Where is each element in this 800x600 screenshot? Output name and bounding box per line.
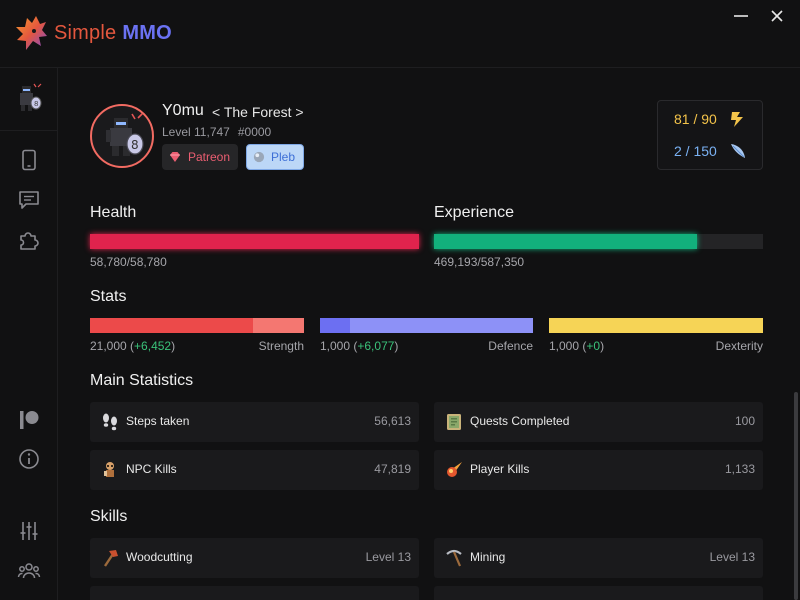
- skill-card-next-right[interactable]: [434, 586, 763, 600]
- info-icon: [19, 449, 39, 469]
- experience-bar: [434, 234, 763, 249]
- footsteps-icon: [103, 413, 117, 431]
- chat-icon: [19, 191, 39, 209]
- dexterity-base-fill: [549, 318, 763, 333]
- experience-text: 469,193/587,350: [434, 255, 525, 269]
- experience-bar-fill: [434, 234, 697, 249]
- svg-text:8: 8: [34, 100, 38, 108]
- app-title-part2: MMO: [122, 22, 172, 44]
- stats-title: Stats: [90, 288, 127, 305]
- defence-base-fill: [320, 318, 350, 333]
- sidebar-messages[interactable]: [17, 188, 41, 212]
- axe-icon: [104, 550, 118, 567]
- strength-bonus-fill: [252, 318, 304, 333]
- gem-icon: [169, 152, 180, 162]
- quests-value: 100: [734, 414, 755, 428]
- npc-icon: [104, 462, 114, 477]
- health-bar: [90, 234, 419, 249]
- sidebar: 8: [0, 68, 58, 600]
- defence-bar: [320, 318, 533, 333]
- defence-label: Defence: [488, 339, 533, 353]
- sliders-icon: [20, 522, 38, 540]
- main-statistics-title: Main Statistics: [90, 372, 194, 389]
- pleb-badge-label: Pleb: [270, 150, 295, 164]
- pickaxe-icon: [446, 549, 462, 567]
- player-id: #0000: [237, 125, 272, 139]
- mining-level: Level 13: [709, 550, 755, 564]
- profile-avatar[interactable]: 8: [90, 104, 154, 168]
- orb-icon: [253, 151, 265, 163]
- patreon-icon: [20, 411, 39, 429]
- sidebar-avatar[interactable]: 8: [12, 82, 44, 114]
- dexterity-label: Dexterity: [715, 339, 763, 353]
- strength-base-fill: [90, 318, 253, 333]
- skills-title: Skills: [90, 508, 128, 525]
- health-text: 58,780/58,780: [90, 255, 167, 269]
- quest-feather-icon: [731, 144, 745, 158]
- users-icon: [17, 563, 41, 579]
- health-bar-fill: [90, 234, 419, 249]
- woodcutting-label: Woodcutting: [126, 550, 193, 564]
- minimize-button[interactable]: [727, 4, 755, 28]
- character-sprite: 8: [106, 112, 144, 156]
- meteor-icon: [447, 462, 462, 477]
- sidebar-community[interactable]: [17, 559, 41, 583]
- sidebar-puzzle[interactable]: [17, 228, 41, 252]
- close-icon: [771, 10, 783, 22]
- experience-title: Experience: [434, 204, 515, 221]
- stat-card-quests: Quests Completed 100: [434, 402, 763, 442]
- skill-card-mining[interactable]: Mining Level 13: [434, 538, 763, 578]
- patreon-badge[interactable]: Patreon: [162, 144, 238, 170]
- woodcutting-level: Level 13: [365, 550, 411, 564]
- skill-card-woodcutting[interactable]: Woodcutting Level 13: [90, 538, 419, 578]
- puzzle-icon: [20, 232, 39, 250]
- close-button[interactable]: [763, 4, 791, 28]
- energy-lightning-icon: [731, 112, 743, 127]
- player-kills-label: Player Kills: [470, 462, 530, 476]
- quests-label: Quests Completed: [470, 414, 570, 428]
- sidebar-divider: [0, 130, 58, 131]
- quest-points-value: 2 / 150: [674, 143, 717, 159]
- sidebar-phone[interactable]: [17, 148, 41, 172]
- username: Y0mu: [162, 102, 204, 119]
- dragon-logo-icon: [16, 16, 47, 50]
- npc-kills-value: 47,819: [374, 462, 411, 476]
- main-content: 8 Y0mu < The Forest > Level 11,747 #0000 …: [58, 68, 793, 600]
- patreon-badge-label: Patreon: [187, 150, 230, 164]
- app-title-part1: Simple: [54, 22, 117, 44]
- title-bar: Simple MMO: [0, 0, 800, 68]
- steps-label: Steps taken: [126, 414, 190, 428]
- player-kills-value: 1,133: [724, 462, 755, 476]
- sidebar-patreon[interactable]: [17, 408, 41, 432]
- level-line: Level 11,747 #0000: [162, 125, 271, 139]
- skill-card-next-left[interactable]: [90, 586, 419, 600]
- mining-label: Mining: [470, 550, 506, 564]
- health-title: Health: [90, 204, 137, 221]
- location-link[interactable]: < The Forest >: [212, 104, 304, 120]
- energy-value: 81 / 90: [674, 111, 717, 127]
- stat-card-npc-kills: NPC Kills 47,819: [90, 450, 419, 490]
- phone-icon: [22, 149, 36, 171]
- dexterity-bar: [549, 318, 763, 333]
- strength-bar: [90, 318, 304, 333]
- resource-box: 81 / 90 2 / 150: [657, 100, 763, 170]
- strength-label: Strength: [258, 339, 304, 353]
- app-title: Simple MMO: [54, 22, 172, 45]
- minimize-icon: [734, 15, 748, 17]
- sidebar-info[interactable]: [17, 447, 41, 471]
- svg-text:8: 8: [131, 138, 139, 152]
- steps-value: 56,613: [374, 414, 411, 428]
- sidebar-settings[interactable]: [17, 519, 41, 543]
- player-level: Level 11,747: [162, 125, 230, 139]
- scrollbar-thumb[interactable]: [794, 392, 798, 600]
- quest-scroll-icon: [447, 414, 461, 430]
- stat-card-player-kills: Player Kills 1,133: [434, 450, 763, 490]
- defence-bonus-fill: [349, 318, 533, 333]
- pleb-badge[interactable]: Pleb: [246, 144, 304, 170]
- npc-kills-label: NPC Kills: [126, 462, 177, 476]
- stat-card-steps: Steps taken 56,613: [90, 402, 419, 442]
